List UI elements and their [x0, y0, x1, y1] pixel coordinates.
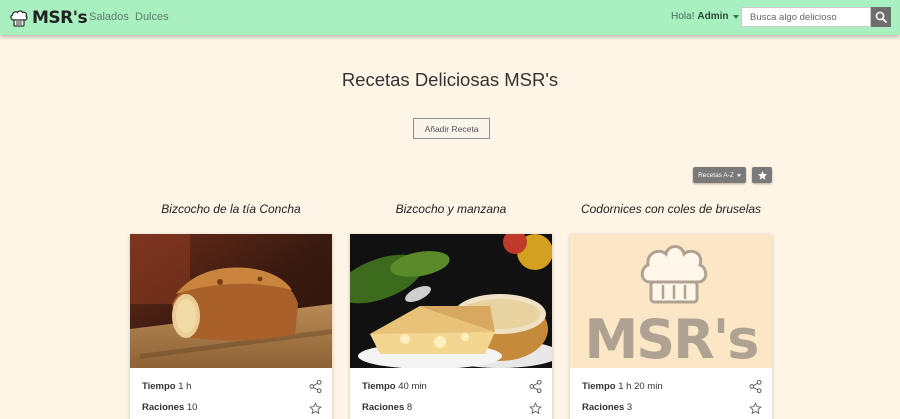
placeholder-logo: MSR's — [585, 308, 758, 368]
recipe-card: Tiempo 40 min Raciones 8 — [350, 234, 552, 419]
recipe-title[interactable]: Bizcocho y manzana — [350, 202, 552, 216]
search-button[interactable] — [871, 7, 891, 27]
apple-cake-photo — [350, 234, 552, 368]
share-icon — [308, 379, 322, 393]
favorite-button[interactable] — [528, 401, 542, 415]
servings-label: Raciones — [142, 402, 185, 413]
recipe-servings: Raciones 10 — [142, 402, 197, 413]
nav-link-salados[interactable]: Salados — [89, 11, 129, 23]
share-button[interactable] — [308, 379, 322, 393]
recipe-title[interactable]: Bizcocho de la tía Concha — [130, 202, 332, 216]
recipe-image[interactable] — [350, 234, 552, 368]
time-label: Tiempo — [362, 381, 396, 392]
servings-label: Raciones — [582, 402, 625, 413]
nav-link-dulces[interactable]: Dulces — [135, 11, 169, 23]
chef-hat-icon — [640, 245, 708, 304]
time-label: Tiempo — [142, 381, 176, 392]
favorite-button[interactable] — [748, 401, 762, 415]
top-navbar: MSR's Salados Dulces Hola! Admin — [0, 0, 900, 35]
share-button[interactable] — [748, 379, 762, 393]
add-recipe-button[interactable]: Añadir Receta — [413, 118, 490, 139]
favorites-filter-button[interactable] — [752, 167, 772, 183]
time-value: 40 min — [398, 381, 427, 392]
recipe-image[interactable] — [130, 234, 332, 368]
brand-name: MSR's — [32, 8, 88, 28]
share-icon — [528, 379, 542, 393]
star-outline-icon — [748, 401, 762, 414]
servings-value: 8 — [406, 402, 413, 413]
recipe-card: Tiempo 1 h Raciones 10 — [130, 234, 332, 419]
servings-value: 3 — [626, 402, 633, 413]
search-icon — [875, 11, 887, 23]
star-icon — [757, 170, 767, 180]
time-value: 1 h — [178, 381, 192, 392]
search-input[interactable] — [741, 7, 871, 27]
recipe-title[interactable]: Codornices con coles de bruselas — [570, 202, 772, 216]
sort-dropdown-button[interactable]: Recetas A-Z — [693, 167, 746, 183]
loaf-cake-photo — [130, 234, 332, 368]
msr-placeholder: MSR's — [570, 234, 772, 368]
recipe-servings: Raciones 3 — [582, 402, 632, 413]
share-icon — [748, 379, 762, 393]
favorite-button[interactable] — [308, 401, 322, 415]
recipe-time: Tiempo 1 h 20 min — [582, 381, 663, 392]
time-label: Tiempo — [582, 381, 616, 392]
chef-hat-icon — [10, 10, 28, 27]
chevron-down-icon — [736, 173, 741, 177]
star-outline-icon — [308, 401, 322, 414]
page-title: Recetas Deliciosas MSR's — [341, 69, 559, 90]
time-value: 1 h 20 min — [618, 381, 663, 392]
star-outline-icon — [528, 401, 542, 414]
share-button[interactable] — [528, 379, 542, 393]
recipe-card: MSR's Tiempo 1 h 20 min Raciones 3 — [570, 234, 772, 419]
servings-label: Raciones — [362, 402, 405, 413]
recipe-time: Tiempo 40 min — [362, 381, 427, 392]
recipe-time: Tiempo 1 h — [142, 381, 191, 392]
servings-value: 10 — [186, 402, 198, 413]
greeting-text: Hola! — [671, 11, 695, 22]
chevron-down-icon — [733, 14, 740, 19]
sort-label: Recetas A-Z — [698, 171, 734, 179]
recipe-servings: Raciones 8 — [362, 402, 412, 413]
username: Admin — [697, 11, 729, 22]
brand-link[interactable]: MSR's — [9, 6, 88, 30]
recipe-image[interactable]: MSR's — [570, 234, 772, 368]
user-menu-toggle[interactable]: Hola! Admin — [671, 11, 740, 22]
